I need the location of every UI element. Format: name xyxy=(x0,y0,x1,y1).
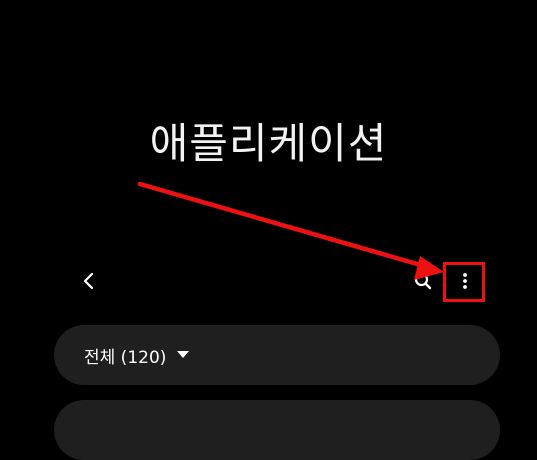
more-vertical-icon xyxy=(463,273,467,289)
more-options-button[interactable] xyxy=(444,260,486,302)
search-icon xyxy=(414,272,432,290)
chevron-left-icon xyxy=(83,272,94,290)
list-card[interactable] xyxy=(54,400,500,460)
search-button[interactable] xyxy=(406,264,440,298)
caret-down-icon xyxy=(177,351,190,358)
filter-caret xyxy=(176,350,190,360)
filter-label: 전체 (120) xyxy=(84,347,167,368)
filter-dropdown[interactable]: 전체 (120) xyxy=(54,325,500,385)
toolbar xyxy=(0,258,537,304)
back-button[interactable] xyxy=(72,264,106,298)
page-title: 애플리케이션 xyxy=(149,119,388,168)
